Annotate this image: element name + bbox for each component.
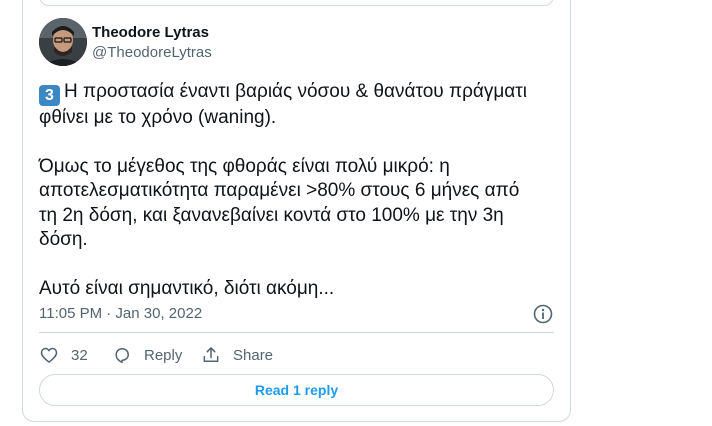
tweet-timestamp[interactable]: 11:05 PM · Jan 30, 2022 [39, 305, 202, 322]
tweet-paragraph-2: Όμως το μέγεθος της φθοράς είναι πολύ μι… [39, 155, 520, 251]
share-button[interactable]: Share [201, 344, 273, 366]
author-handle[interactable]: @TheodoreLytras [92, 44, 212, 61]
tweet-paragraph-1: 3Η προστασία έναντι βαριάς νόσου & θανάτ… [39, 80, 539, 131]
tweet-paragraph-3: Αυτό είναι σημαντικό, διότι ακόμη... [39, 277, 335, 299]
previous-embed-edge [39, 0, 554, 6]
divider [39, 332, 554, 333]
reply-label: Reply [144, 346, 183, 364]
author-name[interactable]: Theodore Lytras [92, 24, 209, 41]
read-reply-button[interactable]: Read 1 reply [39, 374, 554, 406]
like-button[interactable]: 32 [39, 344, 88, 366]
tweet-text: 3Η προστασία έναντι βαριάς νόσου & θανάτ… [39, 80, 539, 301]
like-count: 32 [71, 346, 88, 364]
share-label: Share [233, 346, 274, 364]
info-icon[interactable] [532, 303, 554, 325]
keycap-3-icon: 3 [39, 85, 60, 106]
avatar[interactable] [39, 18, 87, 66]
tweet-line-1: Η προστασία έναντι βαριάς νόσου & θανάτο… [39, 81, 528, 128]
heart-icon [40, 347, 58, 363]
reply-button[interactable]: Reply [112, 344, 182, 366]
share-icon [203, 347, 219, 362]
reply-bubble-icon [115, 348, 129, 364]
